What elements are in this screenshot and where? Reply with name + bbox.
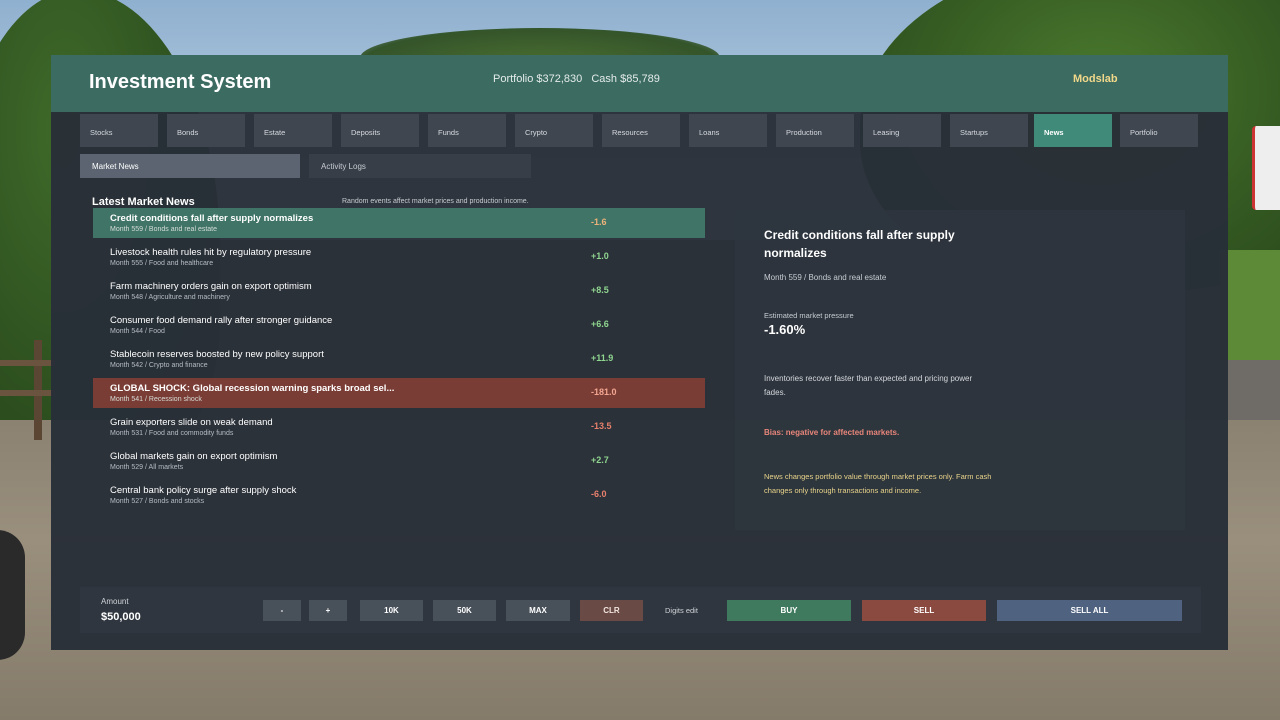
tab-startups[interactable]: Startups	[950, 114, 1028, 147]
app-title: Investment System	[89, 71, 272, 93]
news-item[interactable]: Stablecoin reserves boosted by new polic…	[93, 344, 705, 374]
news-meta: Month 542 / Crypto and finance	[110, 362, 208, 369]
news-meta: Month 529 / All markets	[110, 464, 184, 471]
max-button[interactable]: MAX	[506, 600, 570, 621]
detail-description: Inventories recover faster than expected…	[764, 374, 973, 397]
news-impact: -1.6	[591, 217, 607, 227]
news-title: Central bank policy surge after supply s…	[110, 485, 297, 496]
header-bar: Investment System Portfolio $372,830 Cas…	[51, 55, 1228, 112]
digits-edit-label: Digits edit	[665, 606, 698, 615]
vehicle-wheel	[0, 530, 25, 660]
clear-button[interactable]: CLR	[580, 600, 643, 621]
detail-meta: Month 559 / Bonds and real estate	[764, 273, 887, 282]
news-title: Livestock health rules hit by regulatory…	[110, 247, 312, 258]
news-heading: Latest Market News	[92, 196, 195, 208]
news-impact: +8.5	[591, 285, 609, 295]
news-list: Credit conditions fall after supply norm…	[93, 208, 705, 514]
news-meta: Month 527 / Bonds and stocks	[110, 498, 205, 505]
news-item[interactable]: Central bank policy surge after supply s…	[93, 480, 705, 510]
news-title: Farm machinery orders gain on export opt…	[110, 281, 312, 292]
news-hint: Random events affect market prices and p…	[342, 198, 529, 205]
buy-button[interactable]: BUY	[727, 600, 851, 621]
investment-window: Investment System Portfolio $372,830 Cas…	[51, 55, 1228, 650]
portfolio-value: Portfolio $372,830	[493, 73, 583, 85]
news-title: Credit conditions fall after supply norm…	[110, 213, 314, 224]
decrease-button[interactable]: -	[263, 600, 301, 621]
wooden-fence	[0, 340, 55, 440]
tab-stocks[interactable]: Stocks	[80, 114, 158, 147]
pressure-value: -1.60%	[764, 322, 806, 337]
brand-label: Modslab	[1073, 73, 1118, 85]
news-item-selected[interactable]: Credit conditions fall after supply norm…	[93, 208, 705, 238]
pressure-label: Estimated market pressure	[764, 311, 854, 320]
tab-bonds[interactable]: Bonds	[167, 114, 245, 147]
news-item[interactable]: Farm machinery orders gain on export opt…	[93, 276, 705, 306]
news-meta: Month 544 / Food	[110, 328, 165, 335]
news-item[interactable]: Grain exporters slide on weak demand Mon…	[93, 412, 705, 442]
grass-patch	[1220, 250, 1280, 370]
increase-button[interactable]: +	[309, 600, 347, 621]
tab-crypto[interactable]: Crypto	[515, 114, 593, 147]
news-impact: +6.6	[591, 319, 609, 329]
road-sign	[1252, 126, 1280, 210]
trade-bar: Amount $50,000 - + 10K 50K MAX CLR Digit…	[80, 587, 1201, 633]
news-detail-panel: Credit conditions fall after supply norm…	[735, 210, 1185, 530]
tab-deposits[interactable]: Deposits	[341, 114, 419, 147]
news-meta: Month 531 / Food and commodity funds	[110, 430, 234, 437]
tab-resources[interactable]: Resources	[602, 114, 680, 147]
news-impact: -13.5	[591, 421, 612, 431]
sell-all-button[interactable]: SELL ALL	[997, 600, 1182, 621]
add-10k-button[interactable]: 10K	[360, 600, 423, 621]
detail-title: Credit conditions fall after supply norm…	[764, 228, 955, 260]
news-title: Global markets gain on export optimism	[110, 451, 278, 462]
amount-label: Amount	[101, 597, 129, 606]
amount-value: $50,000	[101, 611, 141, 623]
bias-text: Bias: negative for affected markets.	[764, 428, 900, 437]
tab-funds[interactable]: Funds	[428, 114, 506, 147]
news-impact: +1.0	[591, 251, 609, 261]
news-meta: Month 548 / Agriculture and machinery	[110, 294, 230, 301]
news-item[interactable]: Consumer food demand rally after stronge…	[93, 310, 705, 340]
news-impact: +2.7	[591, 455, 609, 465]
account-summary: Portfolio $372,830 Cash $85,789	[493, 73, 666, 85]
news-title: Stablecoin reserves boosted by new polic…	[110, 349, 324, 360]
news-title: Consumer food demand rally after stronge…	[110, 315, 333, 326]
news-item-shock[interactable]: GLOBAL SHOCK: Global recession warning s…	[93, 378, 705, 408]
tab-estate[interactable]: Estate	[254, 114, 332, 147]
news-item[interactable]: Livestock health rules hit by regulatory…	[93, 242, 705, 272]
add-50k-button[interactable]: 50K	[433, 600, 496, 621]
sell-button[interactable]: SELL	[862, 600, 986, 621]
news-meta: Month 559 / Bonds and real estate	[110, 226, 218, 233]
info-note: News changes portfolio value through mar…	[764, 472, 992, 495]
news-item[interactable]: Global markets gain on export optimism M…	[93, 446, 705, 476]
news-impact: +11.9	[591, 353, 614, 363]
tab-portfolio[interactable]: Portfolio	[1120, 114, 1198, 147]
news-title: Grain exporters slide on weak demand	[110, 417, 273, 428]
news-meta: Month 541 / Recession shock	[110, 396, 202, 403]
tab-loans[interactable]: Loans	[689, 114, 767, 147]
tab-production[interactable]: Production	[776, 114, 854, 147]
cash-value: Cash $85,789	[591, 73, 660, 85]
news-title: GLOBAL SHOCK: Global recession warning s…	[110, 383, 395, 394]
subtab-market-news[interactable]: Market News	[80, 154, 300, 178]
tab-leasing[interactable]: Leasing	[863, 114, 941, 147]
news-meta: Month 555 / Food and healthcare	[110, 260, 214, 267]
news-impact: -181.0	[591, 387, 617, 397]
news-impact: -6.0	[591, 489, 607, 499]
subtab-activity-logs[interactable]: Activity Logs	[309, 154, 531, 178]
tab-news[interactable]: News	[1034, 114, 1112, 147]
